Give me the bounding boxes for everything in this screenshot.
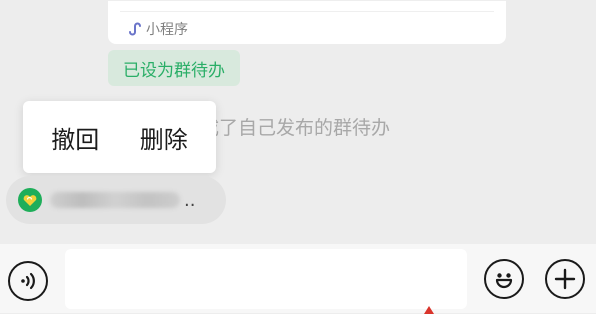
more-actions-button[interactable]: [545, 259, 585, 299]
mini-program-label: 小程序: [146, 22, 188, 38]
blurred-sender-name: [50, 192, 180, 208]
quoted-message[interactable]: ..: [6, 176, 226, 224]
recall-menu-item[interactable]: 撤回: [51, 120, 99, 155]
smiley-icon: [495, 273, 513, 289]
card-divider: [120, 11, 494, 12]
heart-icon: [18, 188, 42, 212]
mini-program-card[interactable]: 小程序: [108, 0, 506, 44]
voice-icon: [21, 272, 35, 290]
ellipsis: ..: [184, 189, 196, 211]
mini-program-source: 小程序: [126, 19, 188, 39]
chat-area: 小程序 已设为群待办 成了自己发布的群待办 撤回 删除 ..: [0, 0, 596, 244]
emoji-button[interactable]: [484, 259, 524, 299]
voice-button[interactable]: [8, 261, 48, 301]
plus-icon: [554, 268, 576, 290]
delete-menu-item[interactable]: 删除: [140, 120, 188, 155]
mini-program-icon: [129, 22, 141, 36]
message-context-menu: 撤回 删除: [23, 101, 216, 173]
group-todo-badge[interactable]: 已设为群待办: [108, 50, 240, 86]
input-bar: [0, 244, 596, 313]
system-notice-text: 成了自己发布的群待办: [200, 117, 391, 139]
message-input[interactable]: [65, 249, 467, 309]
